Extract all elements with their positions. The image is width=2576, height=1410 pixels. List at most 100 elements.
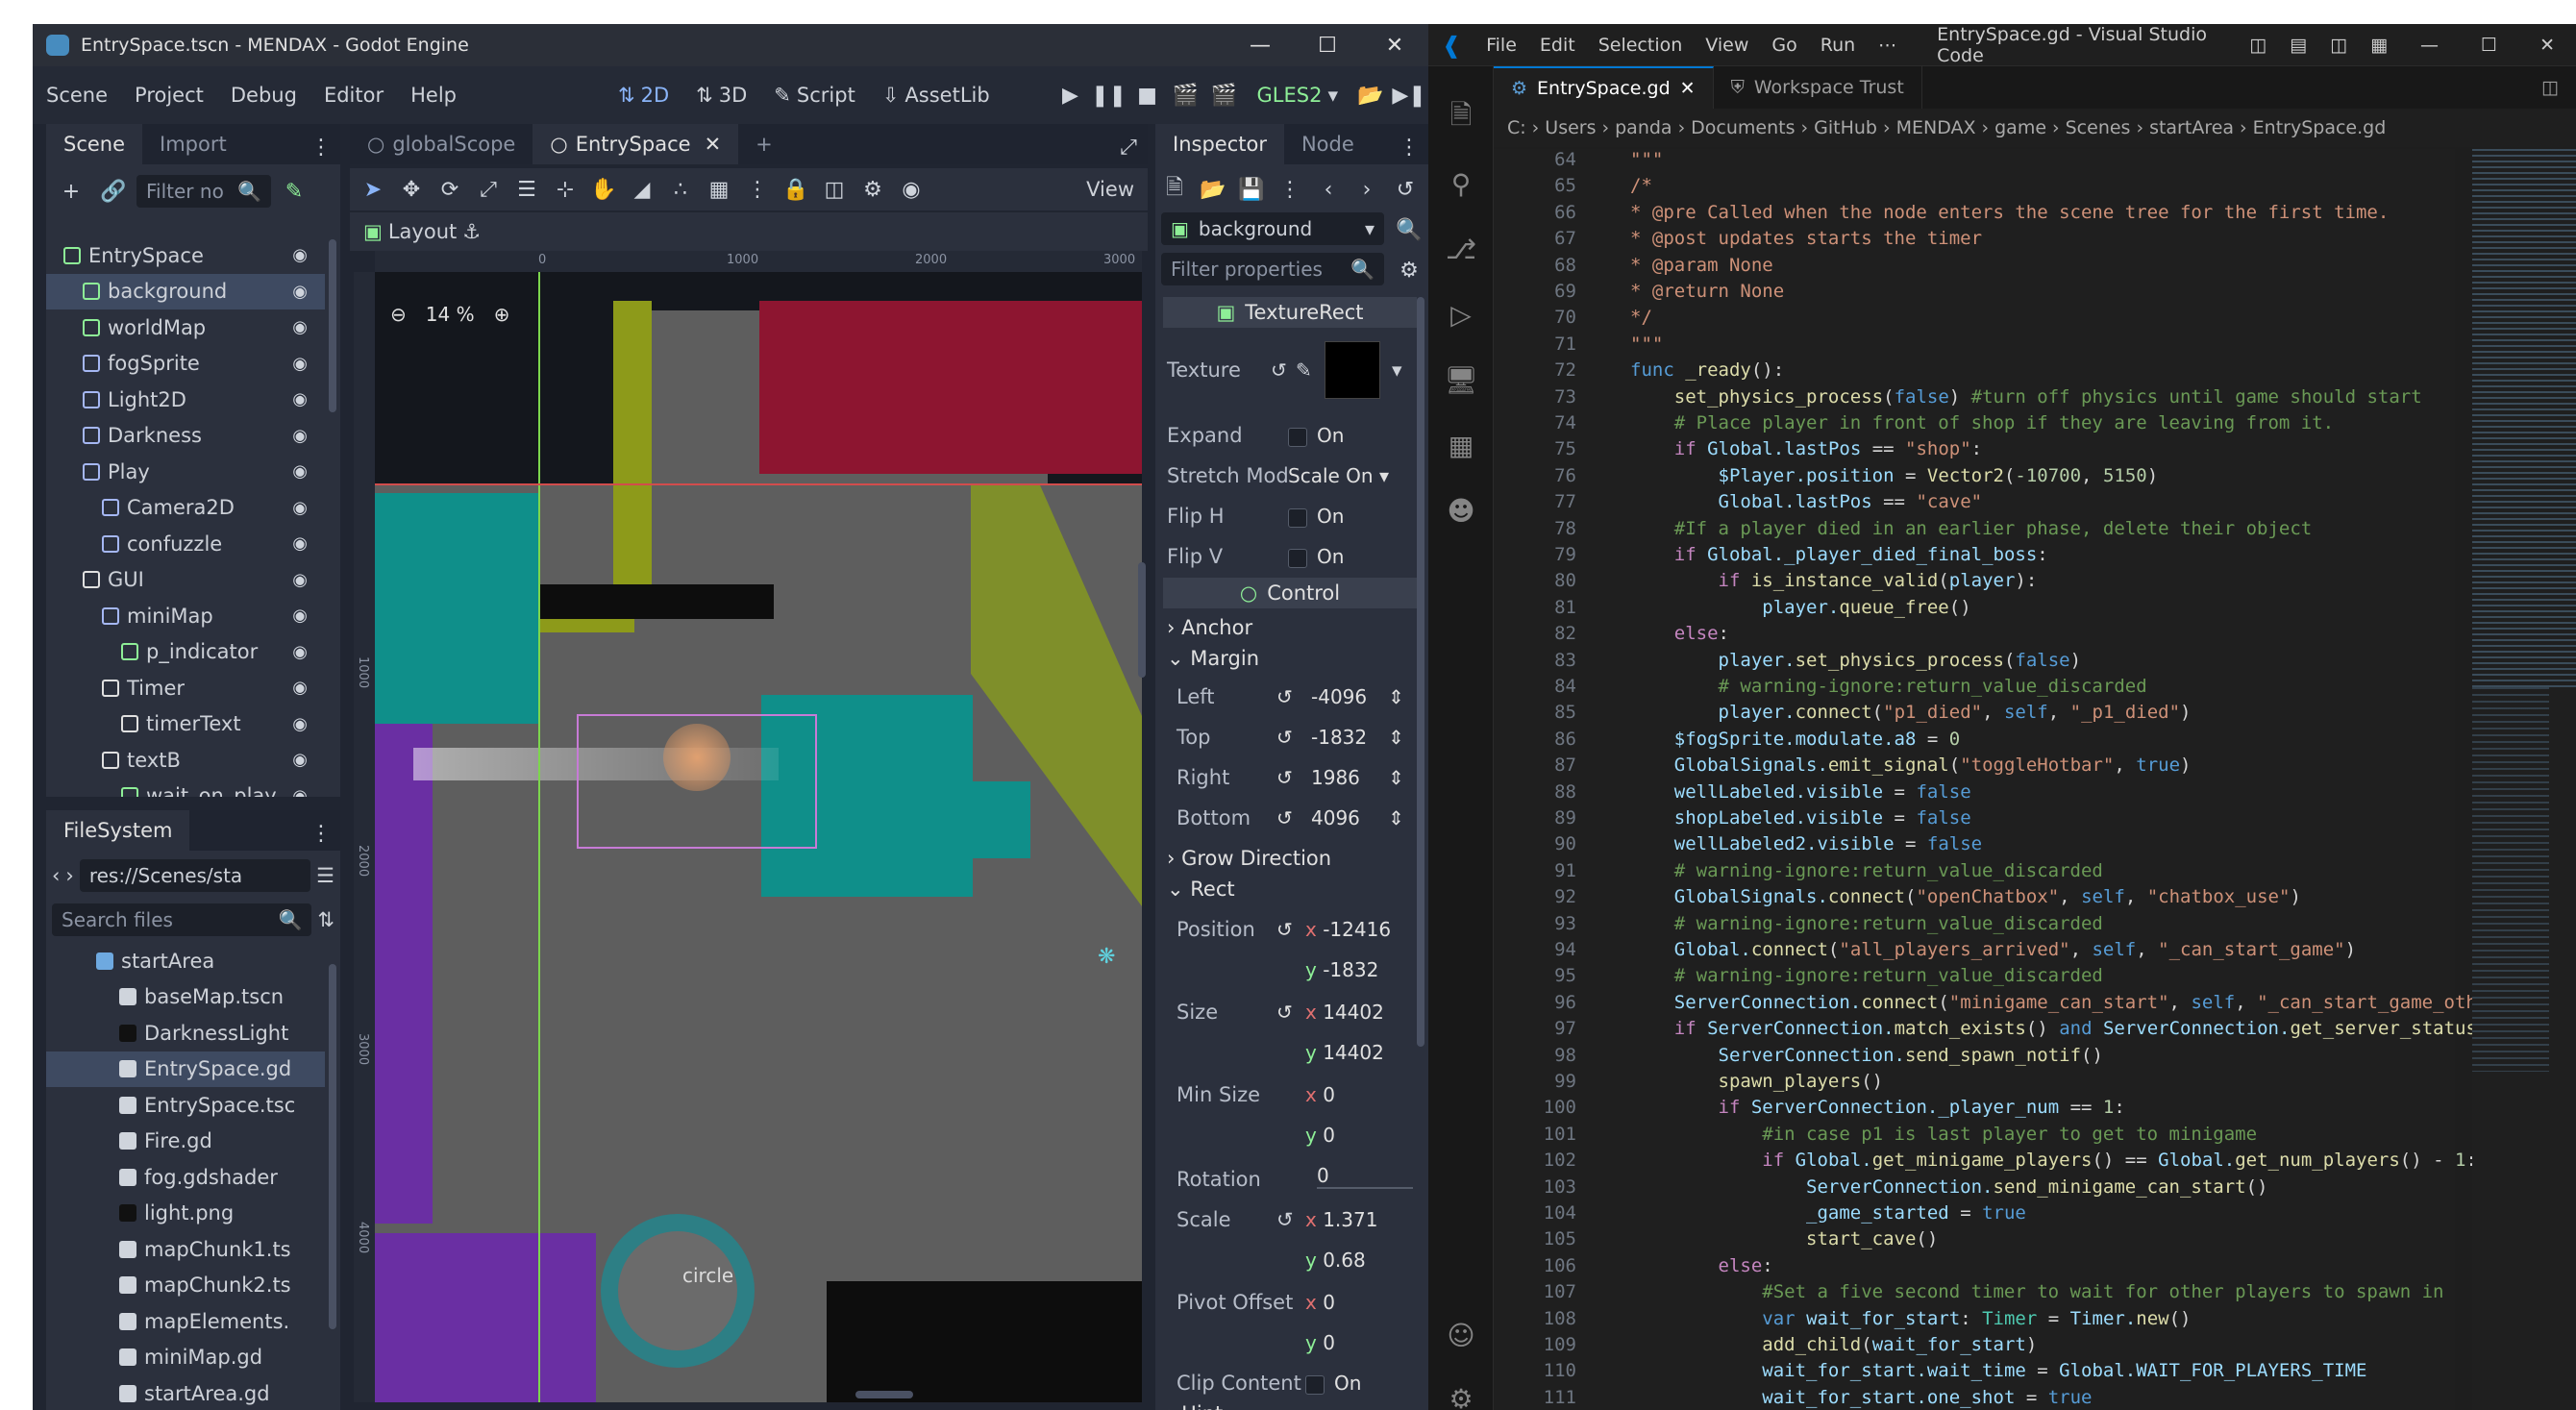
tab-import[interactable]: Import <box>142 124 244 164</box>
rect-x-field[interactable]: x 0 <box>1305 1083 1335 1106</box>
code-line[interactable]: * @pre Called when the node enters the s… <box>1630 202 2389 223</box>
file-item[interactable]: startArea.gd <box>46 1375 325 1410</box>
dock-menu-icon[interactable]: ⋮ <box>302 130 340 164</box>
menu-help[interactable]: Help <box>397 84 470 107</box>
breadcrumb-item[interactable]: C: <box>1507 117 1526 138</box>
maximize-icon[interactable]: ☐ <box>2460 35 2518 56</box>
forward-icon[interactable]: › <box>65 864 73 887</box>
code-line[interactable]: else: <box>1630 623 1729 644</box>
stop-icon[interactable]: ■ <box>1128 78 1167 112</box>
revert-icon[interactable]: ↺ <box>1276 806 1293 829</box>
code-line[interactable]: #If a player died in an earlier phase, d… <box>1630 518 2312 539</box>
search-icon[interactable]: ⚲ <box>1442 164 1480 203</box>
margin-group[interactable]: ⌄ Margin <box>1167 647 1259 670</box>
ruler-tool-icon[interactable]: ◢ <box>623 172 661 207</box>
visibility-icon[interactable]: ◉ <box>292 570 308 590</box>
code-line[interactable]: spawn_players() <box>1630 1071 1884 1092</box>
sort-icon[interactable]: ⇅ <box>317 908 334 931</box>
select-tool-icon[interactable]: ➤ <box>354 172 392 207</box>
flip-h-checkbox[interactable]: On <box>1288 505 1344 528</box>
code-line[interactable]: if ServerConnection.match_exists() and S… <box>1630 1018 2510 1039</box>
play-icon[interactable]: ▶ <box>1052 78 1090 112</box>
menu-view[interactable]: View <box>1694 35 1760 56</box>
visibility-icon[interactable]: ◉ <box>292 461 308 482</box>
code-line[interactable]: * @return None <box>1630 281 1784 302</box>
rect-x-field[interactable]: x 14402 <box>1305 1001 1384 1024</box>
lock-icon[interactable]: 🔒 <box>777 172 815 207</box>
copilot-icon[interactable]: ☻ <box>1442 491 1480 530</box>
view-menu[interactable]: View <box>1073 178 1148 201</box>
explorer-icon[interactable]: 🗎 <box>1442 99 1480 137</box>
zoom-in-icon[interactable]: ⊕ <box>494 303 510 326</box>
save-resource-icon[interactable]: 💾 <box>1232 172 1271 207</box>
menu-edit[interactable]: Edit <box>1528 35 1587 56</box>
texturerect-section[interactable]: ▣ TextureRect <box>1163 297 1417 328</box>
dock-menu-icon[interactable]: ⋮ <box>302 816 340 851</box>
pivot-x-field[interactable]: x 0 <box>1305 1291 1335 1314</box>
scene-filter-input[interactable]: Filter no 🔍 <box>136 175 271 208</box>
close-icon[interactable]: ✕ <box>2518 35 2576 56</box>
menu-run[interactable]: Run <box>1809 35 1867 56</box>
scene-node[interactable]: p_indicator ◉ <box>46 634 325 670</box>
code-line[interactable]: Global.lastPos == "cave" <box>1630 491 1983 512</box>
rect-y-field[interactable]: y 0 <box>1305 1124 1335 1147</box>
hint-group[interactable]: › Hint <box>1167 1402 1223 1410</box>
scene-node[interactable]: miniMap ◉ <box>46 598 325 633</box>
tab-inspector[interactable]: Inspector <box>1155 124 1284 164</box>
rect-x-field[interactable]: x -12416 <box>1305 918 1391 941</box>
code-line[interactable]: if Global._player_died_final_boss: <box>1630 544 2048 565</box>
new-tab-button[interactable]: + <box>738 124 790 164</box>
code-line[interactable]: """ <box>1630 149 1663 170</box>
toggle-sidebar-icon[interactable]: ◫ <box>2238 35 2278 56</box>
code-line[interactable]: $fogSprite.modulate.a8 = 0 <box>1630 729 1960 750</box>
file-item[interactable]: Fire.gd <box>46 1124 325 1159</box>
load-resource-icon[interactable]: 📂 <box>1194 172 1232 207</box>
more-icon[interactable]: ⋮ <box>1271 172 1309 207</box>
code-line[interactable]: set_physics_process(false) #turn off phy… <box>1630 386 2422 408</box>
revert-icon[interactable]: ↺ <box>1276 726 1293 749</box>
code-line[interactable]: """ <box>1630 334 1663 355</box>
spinner-icon[interactable]: ⇕ <box>1388 726 1404 749</box>
file-item[interactable]: fog.gdshader <box>46 1159 325 1195</box>
breadcrumb-item[interactable]: startArea <box>2149 117 2234 138</box>
add-node-icon[interactable]: + <box>52 174 90 209</box>
menu-go[interactable]: Go <box>1760 35 1808 56</box>
new-resource-icon[interactable]: 🗎 <box>1155 172 1194 207</box>
layout-menu[interactable]: ▣ Layout ⚓ <box>350 220 494 243</box>
code-line[interactable]: #Set a five second timer to wait for oth… <box>1630 1281 2443 1302</box>
distraction-free-icon[interactable]: ⤢ <box>1109 130 1148 164</box>
scene-node[interactable]: Timer ◉ <box>46 670 325 705</box>
mode-assetlib[interactable]: ⇩ AssetLib <box>869 84 1003 107</box>
search-files-input[interactable]: Search files 🔍 <box>52 903 312 936</box>
code-line[interactable]: #in case p1 is last player to get to min… <box>1630 1124 2257 1145</box>
filter-properties-input[interactable]: Filter properties 🔍 <box>1161 253 1384 285</box>
code-line[interactable]: var wait_for_start: Timer = Timer.new() <box>1630 1308 2191 1329</box>
visibility-icon[interactable]: ◉ <box>292 714 308 734</box>
split-editor-icon[interactable]: ◫ <box>2524 66 2576 109</box>
clip-content-checkbox[interactable]: On <box>1305 1372 1361 1395</box>
tab-node[interactable]: Node <box>1284 124 1372 164</box>
scene-node[interactable]: Camera2D ◉ <box>46 490 325 526</box>
rotation-slider[interactable]: 0 <box>1317 1164 1413 1189</box>
scale-x-field[interactable]: x 1.371 <box>1305 1208 1377 1231</box>
snap-icon[interactable]: ∴ <box>661 172 700 207</box>
breadcrumb-item[interactable]: panda <box>1615 117 1672 138</box>
visibility-icon[interactable]: ◉ <box>292 245 308 265</box>
code-line[interactable]: wellLabeled2.visible = false <box>1630 833 1982 854</box>
code-line[interactable]: start_cave() <box>1630 1228 1938 1249</box>
open-folder-icon[interactable]: 📂 <box>1351 78 1390 112</box>
visibility-icon[interactable]: ◉ <box>292 786 308 798</box>
tab-workspace-trust[interactable]: ⛨ Workspace Trust <box>1714 66 1922 109</box>
scene-node[interactable]: Darkness ◉ <box>46 418 325 454</box>
move-tool-icon[interactable]: ✥ <box>392 172 431 207</box>
file-item[interactable]: mapChunk1.ts <box>46 1231 325 1267</box>
code-line[interactable]: wellLabeled.visible = false <box>1630 781 1971 803</box>
grid-icon[interactable]: ▦ <box>700 172 738 207</box>
revert-icon[interactable]: ↺ <box>1271 359 1287 382</box>
tab-globalscope[interactable]: ○ globalScope <box>350 124 533 164</box>
margin-value-field[interactable]: 1986 <box>1311 766 1360 789</box>
close-icon[interactable]: ✕ <box>1361 24 1428 66</box>
visibility-icon[interactable]: ◉ <box>292 317 308 337</box>
circle-node[interactable] <box>601 1214 755 1368</box>
file-item[interactable]: miniMap.gd <box>46 1340 325 1375</box>
